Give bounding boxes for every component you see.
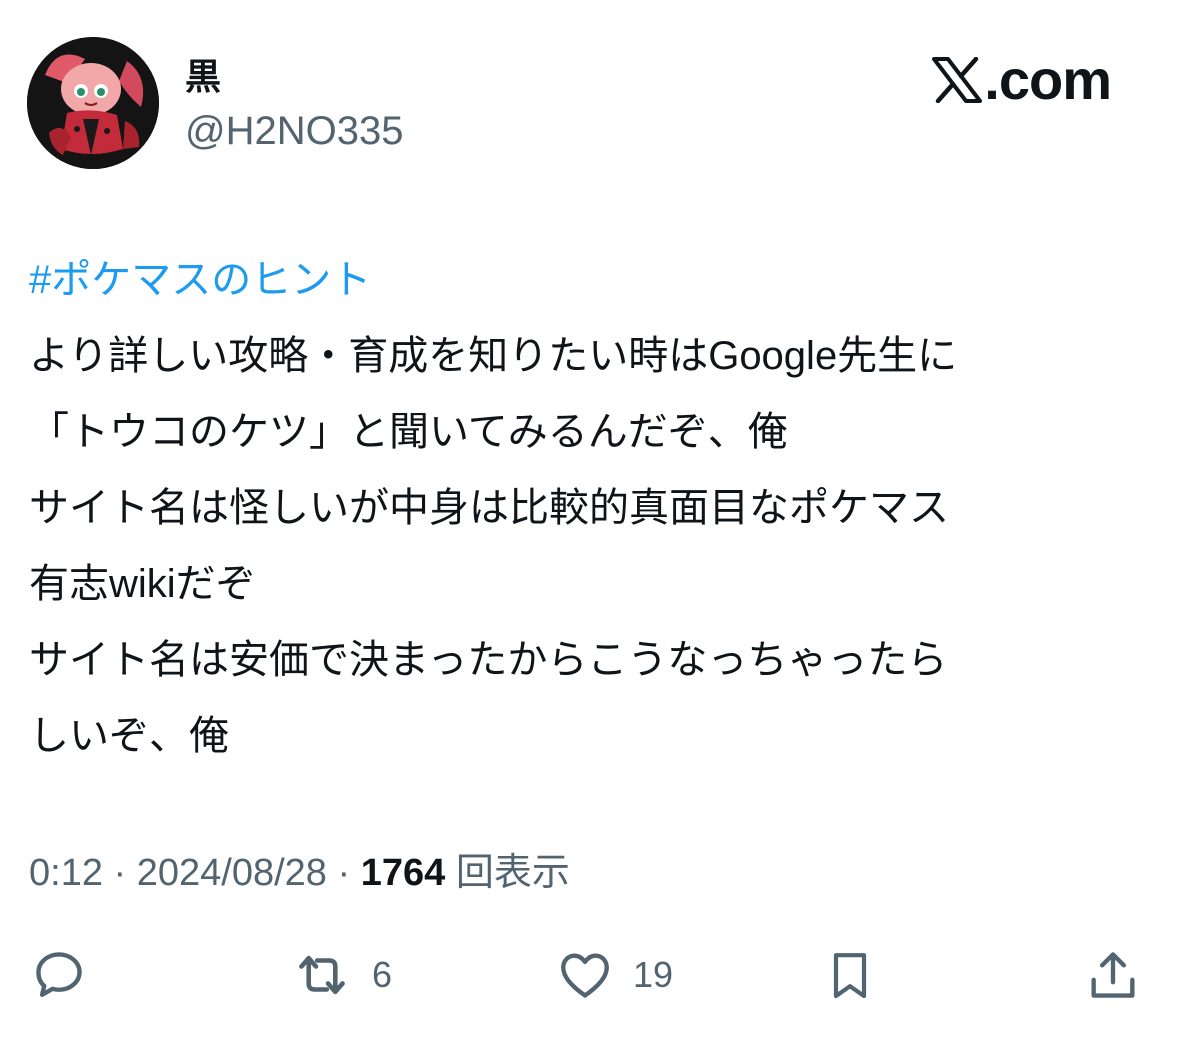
display-name[interactable]: 黒 bbox=[185, 55, 221, 99]
action-bar: 6 19 bbox=[0, 940, 1179, 1010]
heart-icon bbox=[561, 953, 609, 998]
share-button[interactable] bbox=[1084, 940, 1142, 1010]
post-time[interactable]: 0:12 bbox=[29, 852, 103, 894]
tweet-line: より詳しい攻略・育成を知りたい時はGoogle先生に bbox=[29, 334, 958, 378]
tweet-line: サイト名は安価で決まったからこうなっちゃったら bbox=[29, 638, 948, 682]
tweet-text: #ポケマスのヒント より詳しい攻略・育成を知りたい時はGoogle先生に 「トウ… bbox=[29, 242, 1159, 774]
avatar[interactable] bbox=[27, 37, 159, 169]
meta-separator: · bbox=[102, 852, 137, 894]
tweet-line: しいぞ、俺 bbox=[29, 714, 229, 758]
like-button[interactable]: 19 bbox=[555, 940, 673, 1010]
retweet-count: 6 bbox=[372, 954, 393, 995]
reply-icon bbox=[36, 952, 82, 997]
hashtag-link[interactable]: #ポケマスのヒント bbox=[29, 242, 1159, 318]
retweet-button[interactable]: 6 bbox=[290, 940, 392, 1010]
tweet-line: 有志wikiだぞ bbox=[29, 562, 256, 606]
post-date[interactable]: 2024/08/28 bbox=[137, 852, 327, 894]
brand-logo: .com bbox=[932, 48, 1112, 112]
tweet-line: サイト名は怪しいが中身は比較的真面目なポケマス bbox=[29, 486, 949, 530]
bookmark-button[interactable] bbox=[822, 940, 878, 1010]
views-count: 1764 bbox=[360, 852, 446, 894]
tweet-line: 「トウコのケツ」と聞いてみるんだぞ、俺 bbox=[29, 410, 788, 454]
bookmark-icon bbox=[833, 953, 867, 999]
character-avatar-icon bbox=[27, 37, 159, 169]
views-label: 回表示 bbox=[455, 852, 570, 894]
brand-domain: .com bbox=[984, 48, 1112, 111]
retweet-icon bbox=[299, 955, 345, 995]
share-icon bbox=[1091, 952, 1135, 998]
user-handle[interactable]: @H2NO335 bbox=[185, 106, 403, 156]
tweet-meta: 0:12 · 2024/08/28 · 1764 回表示 bbox=[29, 846, 570, 900]
x-logo-icon bbox=[932, 57, 983, 103]
meta-separator: · bbox=[326, 852, 361, 894]
reply-button[interactable] bbox=[30, 940, 106, 1010]
like-count: 19 bbox=[633, 954, 674, 995]
